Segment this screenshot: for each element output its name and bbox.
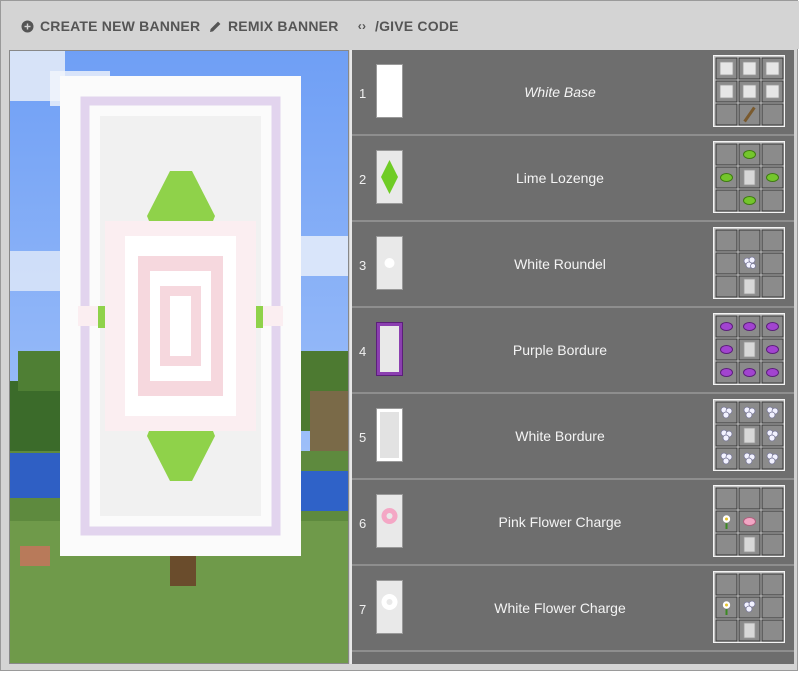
step-name: Purple Bordure [512, 342, 608, 358]
step-row-5[interactable]: 5 White Bordure [352, 394, 794, 480]
step-name: Lime Lozenge [516, 170, 604, 186]
remix-banner-button[interactable]: REMIX BANNER [209, 15, 339, 37]
bone-meal-bordure-recipe [712, 398, 786, 472]
step-name: White Roundel [514, 256, 606, 272]
give-code-button[interactable]: ‹› /GIVE CODE [355, 15, 459, 37]
remix-banner-label: REMIX BANNER [228, 18, 339, 34]
create-new-banner-button[interactable]: CREATE NEW BANNER [21, 15, 200, 37]
step-row-1[interactable]: 1 White Base [352, 50, 794, 136]
white-roundel-icon [376, 236, 403, 290]
step-name: White Bordure [515, 428, 605, 444]
steps-panel: 1 White Base 2 Lime Lozenge 3 White Roun… [350, 50, 794, 664]
oxeye-daisy-pink-dye-recipe [712, 484, 786, 558]
lime-lozenge-icon [376, 150, 403, 204]
step-name: White Base [524, 84, 596, 100]
step-name: White Flower Charge [494, 600, 626, 616]
step-row-7[interactable]: 7 White Flower Charge [352, 566, 794, 652]
banner-artwork [60, 76, 301, 556]
step-row-2[interactable]: 2 Lime Lozenge [352, 136, 794, 222]
step-number: 5 [359, 430, 367, 445]
white-base-icon [376, 64, 403, 118]
toolbar: CREATE NEW BANNER REMIX BANNER ‹› /GIVE … [1, 1, 799, 49]
pink-flower-charge-icon [376, 494, 403, 548]
step-number: 6 [359, 516, 367, 531]
lime-dye-lozenge-recipe [712, 140, 786, 214]
step-number: 2 [359, 172, 367, 187]
step-number: 4 [359, 344, 367, 359]
plus-circle-icon [21, 20, 34, 33]
purple-bordure-icon [376, 322, 403, 376]
step-number: 3 [359, 258, 367, 273]
step-name: Pink Flower Charge [498, 514, 622, 530]
bone-meal-roundel-recipe [712, 226, 786, 300]
pencil-icon [209, 20, 222, 33]
create-new-banner-label: CREATE NEW BANNER [40, 18, 201, 34]
give-code-label: /GIVE CODE [375, 18, 459, 34]
code-brackets-icon: ‹› [357, 19, 367, 33]
minecraft-scene-image [10, 51, 348, 663]
step-row-6[interactable]: 6 Pink Flower Charge [352, 480, 794, 566]
step-number: 1 [359, 86, 367, 101]
step-number: 7 [359, 602, 367, 617]
step-row-3[interactable]: 3 White Roundel [352, 222, 794, 308]
step-row-4[interactable]: 4 Purple Bordure [352, 308, 794, 394]
wool-and-stick-recipe [712, 54, 786, 128]
banner-editor-window: CREATE NEW BANNER REMIX BANNER ‹› /GIVE … [0, 0, 799, 671]
banner-preview [9, 50, 349, 664]
oxeye-daisy-bone-meal-recipe [712, 570, 786, 644]
white-bordure-icon [376, 408, 403, 462]
purple-dye-bordure-recipe [712, 312, 786, 386]
white-flower-charge-icon [376, 580, 403, 634]
